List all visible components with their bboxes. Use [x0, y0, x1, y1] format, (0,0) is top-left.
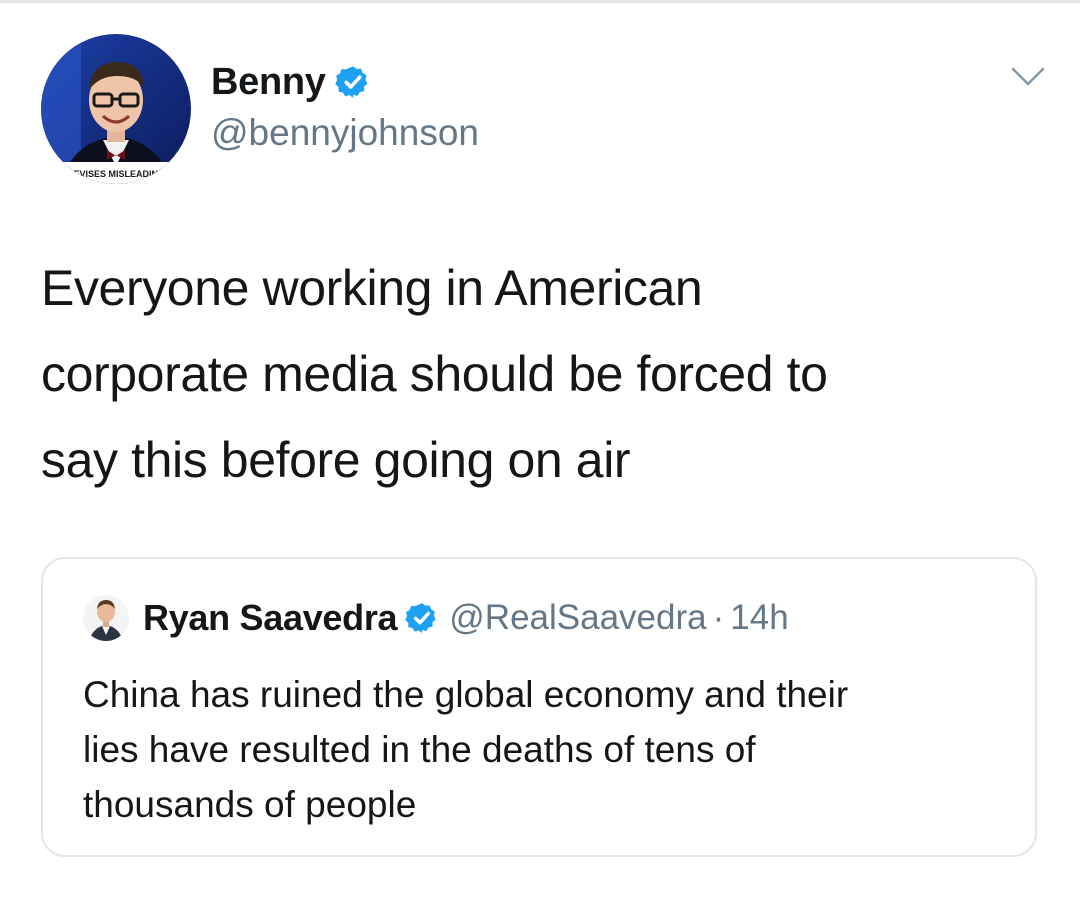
divider — [0, 0, 1080, 3]
quoted-text-line: China has ruined the global economy and … — [83, 674, 849, 715]
author-avatar[interactable]: REVISES MISLEADING — [41, 34, 191, 184]
verified-badge-icon — [334, 66, 368, 98]
quoted-tweet-card[interactable]: Ryan Saavedra @RealSaavedra · 14h China … — [41, 557, 1037, 857]
verified-badge-icon — [405, 603, 436, 633]
tweet-text-line: corporate media should be forced to — [41, 346, 828, 402]
quoted-tweet-header: Ryan Saavedra @RealSaavedra · 14h — [83, 595, 789, 641]
chevron-down-icon[interactable] — [1010, 64, 1046, 90]
author-name-row: Benny — [211, 58, 479, 106]
tweet-text: Everyone working in American corporate m… — [41, 245, 1041, 503]
quoted-text-line: thousands of people — [83, 784, 417, 825]
author-display-name[interactable]: Benny — [211, 61, 326, 104]
quoted-tweet-timestamp[interactable]: 14h — [730, 598, 788, 638]
quoted-author-display-name[interactable]: Ryan Saavedra — [143, 597, 398, 639]
quoted-tweet-text: China has ruined the global economy and … — [83, 667, 1003, 832]
separator-dot: · — [712, 598, 725, 637]
quoted-text-line: lies have resulted in the deaths of tens… — [83, 729, 756, 770]
quoted-author-handle[interactable]: @RealSaavedra — [449, 598, 706, 638]
author-handle[interactable]: @bennyjohnson — [211, 112, 479, 154]
quoted-author-avatar[interactable] — [83, 595, 129, 641]
avatar-caption: REVISES MISLEADING — [67, 169, 165, 179]
author-info: Benny @bennyjohnson — [211, 58, 479, 154]
tweet-text-line: say this before going on air — [41, 432, 631, 488]
tweet-text-line: Everyone working in American — [41, 260, 703, 316]
tweet-card: REVISES MISLEADING Benny @bennyjohnson E… — [0, 0, 1080, 898]
